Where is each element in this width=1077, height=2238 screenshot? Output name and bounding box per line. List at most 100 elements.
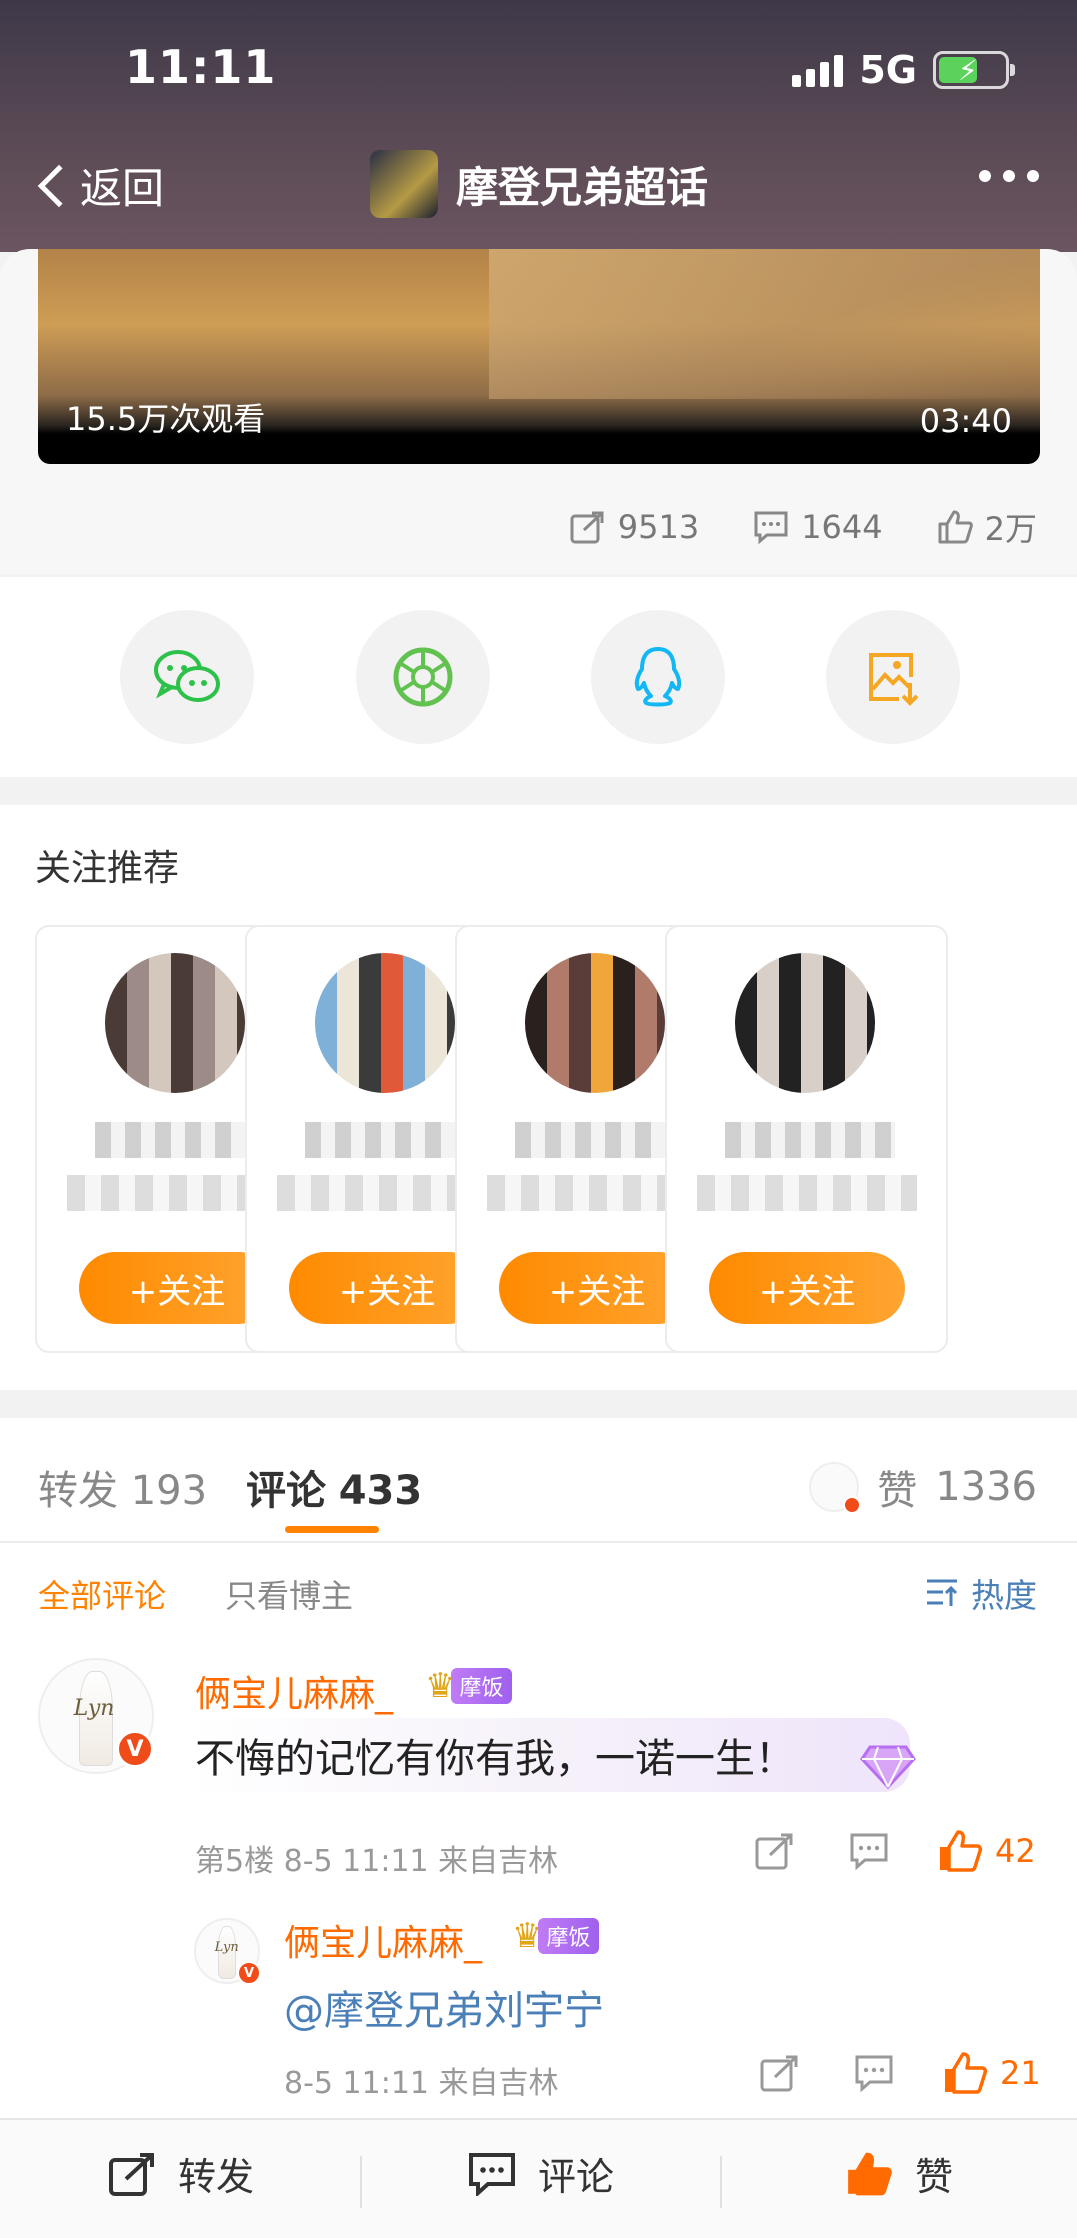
fan-badge-label: 摩饭 (538, 1918, 599, 1954)
recommend-name-redacted (305, 1122, 475, 1158)
repost-icon (109, 2152, 154, 2196)
recommend-name-redacted (515, 1122, 685, 1158)
like-stat[interactable]: 2万 (937, 504, 1037, 550)
verified-badge-icon: V (237, 1961, 261, 1985)
comment-count: 1644 (801, 508, 883, 546)
tab-comment[interactable]: 评论 433 (246, 1458, 422, 1516)
recommend-name-redacted (725, 1122, 895, 1158)
filter-host-only[interactable]: 只看博主 (225, 1571, 353, 1617)
fan-badge-label: 摩饭 (451, 1668, 512, 1704)
tab-indicator (285, 1526, 379, 1533)
avatar (525, 953, 665, 1093)
comment-tabs: 转发 193 评论 433 赞 1336 (0, 1418, 1077, 1543)
video-views: 15.5万次观看 (66, 400, 266, 438)
share-row (0, 577, 1077, 777)
share-moments-button[interactable] (356, 610, 490, 744)
status-icons: 5G ⚡ (792, 48, 1015, 92)
avatar (809, 1462, 862, 1514)
moments-icon (393, 647, 453, 707)
comment-text: 不悔的记忆有你有我，一诺一生！ (195, 1736, 795, 1782)
bottom-action-bar: 转发 评论 赞 (0, 2118, 1077, 2238)
repost-button[interactable]: 转发 (108, 2146, 254, 2201)
comment-icon[interactable] (854, 2054, 894, 2092)
comment-actions: 42 (755, 1830, 1036, 1872)
reply-author[interactable]: 俩宝儿麻麻_ (284, 1914, 482, 1966)
comment-like-count: 42 (995, 1832, 1036, 1870)
comment-meta: 第5楼 8-5 11:11 来自吉林 (195, 1844, 559, 1879)
recommend-name-redacted (95, 1122, 265, 1158)
comment-label: 评论 (538, 2155, 615, 2199)
tab-repost-count: 193 (130, 1468, 208, 1514)
filter-all-comments[interactable]: 全部评论 (38, 1571, 166, 1617)
avatar (105, 953, 245, 1093)
comment-icon (754, 511, 788, 544)
post-card: 15.5万次观看 03:40 9513 1644 2万 (0, 249, 1077, 574)
recommend-card[interactable]: +关注 (665, 925, 948, 1353)
sort-icon (927, 1579, 958, 1606)
recommend-desc-redacted (697, 1175, 917, 1211)
comment-icon[interactable] (849, 1832, 889, 1870)
repost-stat[interactable]: 9513 (570, 504, 699, 550)
tab-repost-label: 转发 (38, 1468, 118, 1514)
post-stats: 9513 1644 2万 (570, 504, 1037, 550)
gem-icon (860, 1745, 916, 1789)
page-title: 摩登兄弟超话 (456, 162, 709, 212)
battery-icon: ⚡ (933, 51, 1015, 89)
like-count: 2万 (984, 510, 1037, 548)
tab-repost[interactable]: 转发 193 (38, 1458, 207, 1516)
sort-button[interactable]: 热度 (925, 1569, 1037, 1617)
share-qq-button[interactable] (591, 610, 725, 744)
comment-icon (469, 2152, 515, 2196)
back-button[interactable]: 返回 (30, 155, 164, 216)
like-label: 赞 (915, 2155, 954, 2199)
repost-icon (570, 511, 604, 544)
video-player[interactable]: 15.5万次观看 03:40 (38, 249, 1040, 464)
more-icon[interactable] (979, 170, 1039, 182)
qq-icon (634, 647, 682, 707)
divider (720, 2156, 722, 2208)
repost-count: 9513 (617, 508, 700, 546)
share-wechat-button[interactable] (120, 610, 254, 744)
tab-like-label: 赞 (877, 1468, 918, 1514)
save-image-button[interactable] (826, 610, 960, 744)
signal-icon (792, 53, 844, 87)
reply-actions: 21 (760, 2052, 1041, 2094)
thumb-up-icon (938, 510, 973, 544)
fan-badge: ♛ 摩饭 (512, 1916, 599, 1956)
fan-badge: ♛ 摩饭 (425, 1666, 512, 1706)
nav-title[interactable]: 摩登兄弟超话 (370, 150, 708, 218)
thumb-up-icon[interactable] (937, 1830, 983, 1872)
reply-meta: 8-5 11:11 来自吉林 (284, 2066, 559, 2101)
avatar (315, 953, 455, 1093)
avatar (735, 953, 875, 1093)
network-label: 5G (859, 48, 917, 92)
repost-label: 转发 (178, 2155, 255, 2199)
comment-list: Lyn V 俩宝儿麻麻_ ♛ 摩饭 不悔的记忆有你有我，一诺一生！ 第5楼 8-… (0, 1638, 1077, 2118)
tab-like-count: 1336 (935, 1464, 1037, 1510)
top-bar: 11:11 5G ⚡ 返回 摩登兄弟超话 (0, 0, 1077, 252)
topic-avatar (370, 150, 438, 218)
reply-like-count: 21 (1000, 2054, 1041, 2092)
save-image-icon (869, 653, 919, 706)
recommend-cards[interactable]: +关注 +关注 +关注 +关注 (35, 925, 1077, 1355)
chevron-left-icon (37, 164, 81, 207)
thumb-up-icon (848, 2152, 892, 2195)
follow-button[interactable]: +关注 (709, 1252, 905, 1324)
wechat-icon (154, 650, 220, 702)
like-button[interactable]: 赞 (845, 2146, 953, 2201)
sort-label: 热度 (971, 1576, 1037, 1615)
divider (360, 2156, 362, 2208)
tab-likes[interactable]: 赞 1336 (809, 1458, 1037, 1516)
recommend-title: 关注推荐 (35, 848, 180, 889)
comment-stat[interactable]: 1644 (753, 504, 883, 550)
repost-icon[interactable] (755, 1832, 795, 1870)
follow-recommend: 关注推荐 +关注 +关注 +关注 +关注 (0, 805, 1077, 1390)
thumb-up-icon[interactable] (942, 2052, 988, 2094)
comment-author[interactable]: 俩宝儿麻麻_ (195, 1665, 393, 1717)
repost-icon[interactable] (760, 2054, 800, 2092)
verified-badge-icon: V (116, 1730, 154, 1768)
comment-button[interactable]: 评论 (468, 2146, 614, 2201)
back-label: 返回 (80, 164, 165, 213)
mention-link[interactable]: @摩登兄弟刘宇宁 (284, 1978, 604, 2036)
tab-comment-label: 评论 (246, 1468, 326, 1514)
